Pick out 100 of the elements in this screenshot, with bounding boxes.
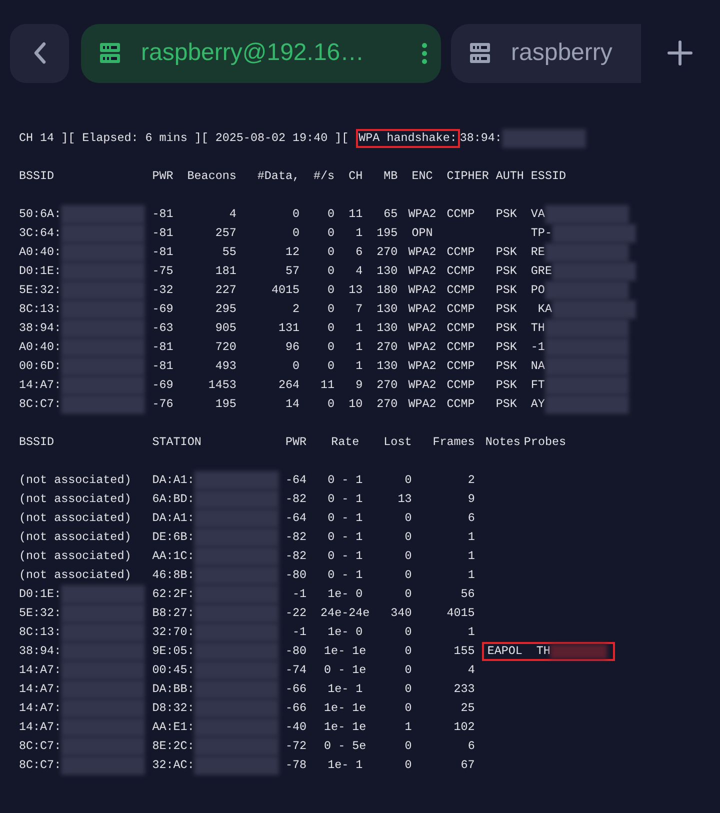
table-cell: 1 bbox=[468, 568, 475, 582]
table-cell: 4015 bbox=[446, 606, 475, 620]
table-cell: 1 bbox=[468, 530, 475, 544]
table-cell: WPA2 bbox=[408, 378, 436, 392]
server-icon bbox=[99, 42, 121, 64]
table-cell: 55 bbox=[222, 245, 236, 259]
back-button[interactable] bbox=[10, 24, 69, 82]
table-cell: 46:8B: bbox=[152, 568, 194, 582]
table-cell: 181 bbox=[215, 264, 236, 278]
table-cell: -81 bbox=[152, 226, 174, 240]
table-cell: PSK bbox=[496, 359, 517, 373]
table-cell: WPA2 bbox=[408, 245, 436, 259]
column-header: PWR bbox=[152, 169, 174, 183]
table-cell: 14:A7: bbox=[19, 701, 62, 715]
table-cell: 1 bbox=[468, 549, 475, 563]
table-cell: OPN bbox=[412, 226, 433, 240]
table-cell: 56 bbox=[460, 587, 475, 601]
table-cell: -82 bbox=[285, 549, 307, 563]
table-cell: 1e- 1e bbox=[324, 701, 366, 715]
table-cell: 13 bbox=[348, 283, 363, 297]
table-cell: 0 bbox=[404, 663, 412, 677]
table-cell: DA:A1: bbox=[152, 473, 194, 487]
column-header: MB bbox=[384, 169, 398, 183]
table-cell: PSK bbox=[496, 245, 517, 259]
table-cell: A0:40: bbox=[19, 245, 62, 259]
table-cell: 0 bbox=[328, 283, 335, 297]
table-cell: 3C:64: bbox=[19, 226, 62, 240]
table-cell: 720 bbox=[215, 340, 236, 354]
table-cell: 0 bbox=[292, 226, 300, 240]
table-cell: -80 bbox=[285, 644, 307, 658]
table-cell: 57 bbox=[285, 264, 300, 278]
table-cell: D8:32: bbox=[152, 701, 194, 715]
table-cell: 14:A7: bbox=[19, 682, 62, 696]
table-cell: 1e- 1e bbox=[324, 644, 366, 658]
table-cell: 0 bbox=[328, 359, 335, 373]
table-cell: 50:6A: bbox=[19, 207, 62, 221]
table-cell: D0:1E: bbox=[19, 264, 62, 278]
table-cell: 0 - 1e bbox=[324, 663, 366, 677]
table-cell: 0 bbox=[404, 701, 412, 715]
table-cell: 0 - 1 bbox=[328, 549, 363, 563]
table-cell: GRE bbox=[530, 264, 552, 278]
table-cell: 1 bbox=[356, 226, 363, 240]
table-cell: 0 bbox=[328, 397, 335, 411]
table-cell: 8C:13: bbox=[19, 625, 62, 639]
table-cell: 195 bbox=[215, 397, 236, 411]
table-cell: 1e- 0 bbox=[328, 587, 363, 601]
table-cell: -69 bbox=[152, 302, 174, 316]
table-cell: CCMP bbox=[446, 283, 475, 297]
table-cell: 1e- 1 bbox=[328, 758, 363, 772]
column-header: #Data, bbox=[257, 169, 300, 183]
column-header: BSSID bbox=[19, 169, 54, 183]
table-cell: 0 bbox=[404, 549, 412, 563]
table-cell: 11 bbox=[320, 378, 335, 392]
table-cell: 32:70: bbox=[152, 625, 194, 639]
table-cell: 8C:13: bbox=[19, 302, 62, 316]
status-text: 38:94: bbox=[460, 130, 502, 147]
table-cell: -64 bbox=[285, 511, 307, 525]
table-cell: CCMP bbox=[446, 264, 475, 278]
table-cell: WPA2 bbox=[408, 207, 436, 221]
table-cell: -81 bbox=[152, 245, 174, 259]
table-cell: -82 bbox=[285, 530, 307, 544]
table-cell: -74 bbox=[285, 663, 307, 677]
table-cell: DE:6B: bbox=[152, 530, 194, 544]
session-tab[interactable]: raspberry bbox=[451, 24, 641, 82]
table-cell-text: EAPOL bbox=[487, 644, 524, 659]
add-tab-icon[interactable] bbox=[667, 40, 693, 66]
table-cell: 1 bbox=[356, 359, 363, 373]
table-cell: 130 bbox=[376, 321, 398, 335]
table-cell: 1 bbox=[404, 720, 412, 734]
table-cell: 227 bbox=[215, 283, 236, 297]
table-cell: 0 - 1 bbox=[328, 511, 363, 525]
table-cell: 264 bbox=[278, 378, 300, 392]
table-cell: TP- bbox=[530, 226, 552, 240]
table-cell: CCMP bbox=[446, 359, 475, 373]
column-header: Frames bbox=[432, 435, 475, 449]
table-cell: CCMP bbox=[446, 245, 475, 259]
table-cell: 295 bbox=[215, 302, 236, 316]
table-cell: 0 - 5e bbox=[324, 739, 366, 753]
table-cell: 38:94: bbox=[19, 321, 62, 335]
table-cell: 0 bbox=[328, 321, 335, 335]
table-cell: 130 bbox=[376, 302, 398, 316]
table-cell: 1453 bbox=[208, 378, 236, 392]
column-header: Rate bbox=[331, 435, 360, 449]
column-header: Probes bbox=[524, 435, 566, 449]
table-cell: 1e- 1 bbox=[328, 682, 363, 696]
table-cell-text: KA bbox=[536, 302, 552, 316]
table-cell: 2 bbox=[468, 473, 475, 487]
table-cell: 4015 bbox=[271, 283, 300, 297]
table-cell: DA:BB: bbox=[152, 682, 194, 696]
table-cell: 6A:BD: bbox=[152, 492, 194, 506]
table-cell: -63 bbox=[152, 321, 174, 335]
table-cell: -82 bbox=[285, 492, 307, 506]
table-cell: -75 bbox=[152, 264, 174, 278]
table-cell: 14:A7: bbox=[19, 378, 62, 392]
table-cell: -80 bbox=[285, 568, 307, 582]
table-cell: 233 bbox=[454, 682, 475, 696]
table-cell: 0 - 1 bbox=[328, 473, 363, 487]
session-tab[interactable]: raspberry@192.16… bbox=[81, 24, 441, 82]
table-cell: -1 bbox=[292, 587, 307, 601]
table-cell: -22 bbox=[285, 606, 307, 620]
